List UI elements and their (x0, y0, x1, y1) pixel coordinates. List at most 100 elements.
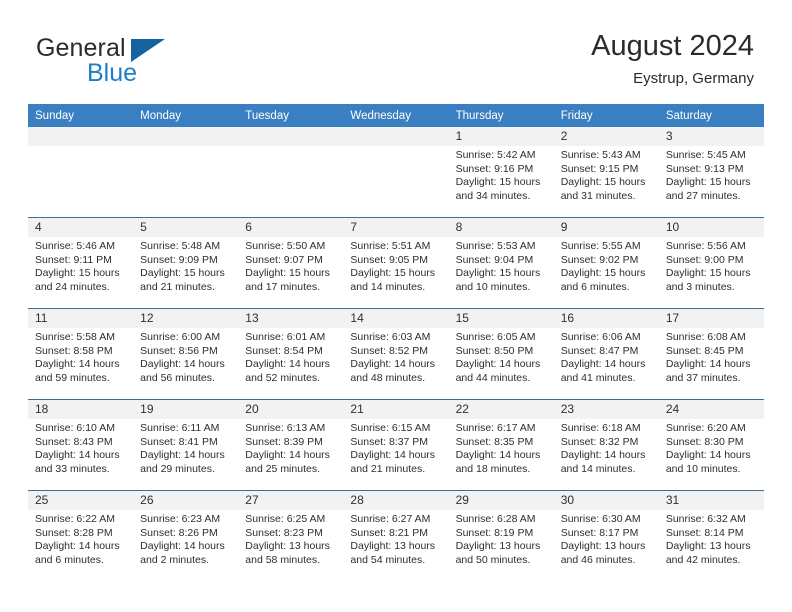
day-number: 14 (343, 309, 449, 328)
day-cell-inner (28, 127, 134, 217)
calendar-day-cell-empty (343, 127, 449, 218)
day-number: 11 (28, 309, 134, 328)
day-cell-inner: 26 Sunrise: 6:23 AM Sunset: 8:26 PM Dayligh… (133, 491, 239, 581)
calendar-day-cell[interactable]: 16 Sunrise: 6:06 AM Sunset: 8:47 PM Dayligh… (553, 308, 659, 400)
day-cell-inner: 10 Sunrise: 5:56 AM Sunset: 9:00 PM Dayligh… (658, 218, 764, 308)
calendar-day-cell[interactable]: 30 Sunrise: 6:30 AM Sunset: 8:17 PM Dayligh… (553, 490, 659, 581)
calendar-day-cell[interactable]: 29 Sunrise: 6:28 AM Sunset: 8:19 PM Dayligh… (448, 490, 554, 581)
daylight-text: Daylight: 14 hours and 14 minutes. (560, 449, 646, 475)
calendar-week-row: 1 Sunrise: 5:42 AM Sunset: 9:16 PM Daylight… (28, 127, 764, 218)
sunrise-text: Sunrise: 6:30 AM (560, 513, 641, 525)
day-number: 17 (658, 309, 764, 328)
calendar-day-cell[interactable]: 8 Sunrise: 5:53 AM Sunset: 9:04 PM Daylight… (448, 217, 554, 309)
sunrise-text: Sunrise: 6:06 AM (560, 331, 641, 343)
sunset-text: Sunset: 8:47 PM (560, 344, 639, 357)
calendar-day-cell[interactable]: 1 Sunrise: 5:42 AM Sunset: 9:16 PM Daylight… (448, 127, 554, 218)
calendar-day-cell[interactable]: 12 Sunrise: 6:00 AM Sunset: 8:56 PM Dayligh… (133, 308, 239, 400)
weekday-header-monday: Monday (133, 104, 239, 127)
calendar-day-cell[interactable]: 17 Sunrise: 6:08 AM Sunset: 8:45 PM Dayligh… (658, 308, 764, 400)
calendar-day-cell[interactable]: 18 Sunrise: 6:10 AM Sunset: 8:43 PM Dayligh… (28, 399, 134, 491)
day-details: Sunrise: 5:51 AM Sunset: 9:05 PM Daylight:… (343, 237, 448, 294)
daylight-text: Daylight: 14 hours and 37 minutes. (665, 358, 751, 384)
calendar-day-cell[interactable]: 10 Sunrise: 5:56 AM Sunset: 9:00 PM Dayligh… (658, 217, 764, 309)
calendar-day-cell[interactable]: 6 Sunrise: 5:50 AM Sunset: 9:07 PM Daylight… (238, 217, 344, 309)
daylight-text: Daylight: 13 hours and 54 minutes. (350, 540, 436, 566)
calendar-day-cell[interactable]: 20 Sunrise: 6:13 AM Sunset: 8:39 PM Dayligh… (238, 399, 344, 491)
sunset-text: Sunset: 9:15 PM (560, 162, 639, 175)
calendar-day-cell[interactable]: 13 Sunrise: 6:01 AM Sunset: 8:54 PM Dayligh… (238, 308, 344, 400)
day-number: 7 (343, 218, 449, 237)
calendar-day-cell[interactable]: 3 Sunrise: 5:45 AM Sunset: 9:13 PM Daylight… (658, 127, 764, 218)
sunrise-text: Sunrise: 5:46 AM (35, 240, 115, 252)
calendar-day-cell[interactable]: 27 Sunrise: 6:25 AM Sunset: 8:23 PM Dayligh… (238, 490, 344, 581)
sunset-text: Sunset: 9:02 PM (560, 253, 639, 266)
day-cell-inner: 5 Sunrise: 5:48 AM Sunset: 9:09 PM Daylight… (133, 218, 239, 308)
calendar-day-cell[interactable]: 23 Sunrise: 6:18 AM Sunset: 8:32 PM Dayligh… (553, 399, 659, 491)
day-number (343, 127, 449, 146)
calendar-day-cell[interactable]: 14 Sunrise: 6:03 AM Sunset: 8:52 PM Dayligh… (343, 308, 449, 400)
calendar-day-cell[interactable]: 28 Sunrise: 6:27 AM Sunset: 8:21 PM Dayligh… (343, 490, 449, 581)
calendar-day-cell[interactable]: 19 Sunrise: 6:11 AM Sunset: 8:41 PM Dayligh… (133, 399, 239, 491)
daylight-text: Daylight: 13 hours and 46 minutes. (560, 540, 646, 566)
sunset-text: Sunset: 9:11 PM (35, 253, 112, 266)
day-cell-inner: 12 Sunrise: 6:00 AM Sunset: 8:56 PM Dayligh… (133, 309, 239, 399)
day-details: Sunrise: 6:06 AM Sunset: 8:47 PM Daylight:… (554, 328, 659, 385)
day-number: 27 (238, 491, 344, 510)
daylight-text: Daylight: 14 hours and 6 minutes. (35, 540, 120, 566)
calendar-day-cell[interactable]: 22 Sunrise: 6:17 AM Sunset: 8:35 PM Dayligh… (448, 399, 554, 491)
day-details: Sunrise: 6:25 AM Sunset: 8:23 PM Daylight:… (238, 510, 343, 567)
day-cell-inner (238, 127, 344, 217)
day-details: Sunrise: 6:15 AM Sunset: 8:37 PM Daylight:… (343, 419, 448, 476)
sunrise-text: Sunrise: 5:55 AM (560, 240, 641, 252)
day-number: 5 (133, 218, 239, 237)
calendar-day-cell[interactable]: 21 Sunrise: 6:15 AM Sunset: 8:37 PM Dayligh… (343, 399, 449, 491)
sunset-text: Sunset: 9:04 PM (455, 253, 534, 266)
day-details: Sunrise: 5:58 AM Sunset: 8:58 PM Daylight:… (28, 328, 133, 385)
sunrise-text: Sunrise: 6:13 AM (245, 422, 326, 434)
calendar-day-cell[interactable]: 24 Sunrise: 6:20 AM Sunset: 8:30 PM Dayligh… (658, 399, 764, 491)
day-number: 20 (238, 400, 344, 419)
day-cell-inner: 22 Sunrise: 6:17 AM Sunset: 8:35 PM Dayligh… (448, 400, 554, 490)
day-number: 30 (553, 491, 659, 510)
daylight-text: Daylight: 14 hours and 10 minutes. (665, 449, 751, 475)
brand-logo[interactable]: General Blue (36, 34, 266, 92)
sunset-text: Sunset: 8:21 PM (350, 526, 429, 539)
day-number (238, 127, 344, 146)
calendar-day-cell[interactable]: 26 Sunrise: 6:23 AM Sunset: 8:26 PM Dayligh… (133, 490, 239, 581)
weekday-header-friday: Friday (553, 104, 659, 127)
calendar-day-cell[interactable]: 31 Sunrise: 6:32 AM Sunset: 8:14 PM Dayligh… (658, 490, 764, 581)
brand-name-blue: Blue (87, 59, 138, 87)
calendar-day-cell[interactable]: 11 Sunrise: 5:58 AM Sunset: 8:58 PM Dayligh… (28, 308, 134, 400)
calendar-day-cell[interactable]: 15 Sunrise: 6:05 AM Sunset: 8:50 PM Dayligh… (448, 308, 554, 400)
calendar-day-cell[interactable]: 4 Sunrise: 5:46 AM Sunset: 9:11 PM Daylight… (28, 217, 134, 309)
day-cell-inner: 16 Sunrise: 6:06 AM Sunset: 8:47 PM Dayligh… (553, 309, 659, 399)
calendar-day-cell[interactable]: 5 Sunrise: 5:48 AM Sunset: 9:09 PM Daylight… (133, 217, 239, 309)
day-number: 12 (133, 309, 239, 328)
sunrise-text: Sunrise: 6:01 AM (245, 331, 326, 343)
calendar-day-cell[interactable]: 7 Sunrise: 5:51 AM Sunset: 9:05 PM Daylight… (343, 217, 449, 309)
calendar-day-cell[interactable]: 25 Sunrise: 6:22 AM Sunset: 8:28 PM Dayligh… (28, 490, 134, 581)
day-details: Sunrise: 6:11 AM Sunset: 8:41 PM Daylight:… (133, 419, 238, 476)
sunset-text: Sunset: 8:41 PM (140, 435, 218, 448)
calendar-day-cell-empty (133, 127, 239, 218)
day-details: Sunrise: 5:50 AM Sunset: 9:07 PM Daylight:… (238, 237, 343, 294)
calendar-day-cell[interactable]: 9 Sunrise: 5:55 AM Sunset: 9:02 PM Daylight… (553, 217, 659, 309)
day-cell-inner: 1 Sunrise: 5:42 AM Sunset: 9:16 PM Daylight… (448, 127, 554, 217)
day-cell-inner: 15 Sunrise: 6:05 AM Sunset: 8:50 PM Dayligh… (448, 309, 554, 399)
day-cell-inner: 17 Sunrise: 6:08 AM Sunset: 8:45 PM Dayligh… (658, 309, 764, 399)
calendar-day-cell[interactable]: 2 Sunrise: 5:43 AM Sunset: 9:15 PM Daylight… (553, 127, 659, 218)
daylight-text: Daylight: 14 hours and 18 minutes. (455, 449, 541, 475)
weekday-header-thursday: Thursday (448, 104, 554, 127)
calendar-page: General Blue August 2024 Eystrup, German… (0, 0, 792, 612)
day-cell-inner: 29 Sunrise: 6:28 AM Sunset: 8:19 PM Dayligh… (448, 491, 554, 581)
day-number: 19 (133, 400, 239, 419)
sunset-text: Sunset: 9:16 PM (455, 162, 534, 175)
day-details: Sunrise: 6:17 AM Sunset: 8:35 PM Daylight:… (449, 419, 554, 476)
masthead: General Blue August 2024 Eystrup, German… (0, 0, 792, 104)
sunrise-text: Sunrise: 6:00 AM (140, 331, 221, 343)
daylight-text: Daylight: 15 hours and 17 minutes. (245, 267, 330, 293)
day-details: Sunrise: 5:45 AM Sunset: 9:13 PM Daylight:… (659, 146, 764, 203)
sunrise-text: Sunrise: 5:56 AM (665, 240, 746, 252)
sunrise-text: Sunrise: 5:43 AM (560, 149, 641, 161)
day-details: Sunrise: 6:10 AM Sunset: 8:43 PM Daylight:… (28, 419, 133, 476)
